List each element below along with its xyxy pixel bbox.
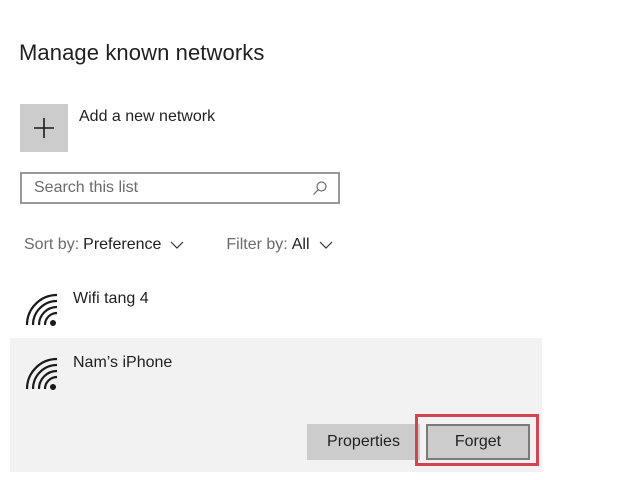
search-input[interactable] bbox=[22, 174, 306, 202]
wifi-icon bbox=[24, 356, 60, 392]
network-name: Nam’s iPhone bbox=[73, 354, 173, 371]
search-icon[interactable] bbox=[306, 174, 334, 202]
manage-known-networks-page: Manage known networks Add a new network … bbox=[0, 0, 640, 480]
plus-icon bbox=[20, 104, 68, 152]
add-network-button[interactable]: Add a new network bbox=[20, 104, 215, 152]
network-item-nams-iphone[interactable]: Nam’s iPhone Properties Forget bbox=[10, 338, 542, 472]
network-item-wifi-tang-4[interactable]: Wifi tang 4 bbox=[10, 278, 542, 336]
sort-by-dropdown[interactable]: Sort by: Preference bbox=[24, 236, 184, 254]
filter-by-value: All bbox=[291, 236, 310, 253]
search-box bbox=[20, 172, 340, 204]
network-name: Wifi tang 4 bbox=[73, 290, 149, 307]
add-network-label: Add a new network bbox=[79, 108, 216, 125]
sort-by-value: Preference bbox=[83, 236, 162, 253]
filter-by-dropdown[interactable]: Filter by: All bbox=[226, 236, 332, 254]
forget-button[interactable]: Forget bbox=[426, 424, 530, 460]
wifi-icon bbox=[24, 292, 60, 328]
chevron-down-icon bbox=[319, 241, 333, 249]
list-options: Sort by: Preference Filter by: All bbox=[24, 236, 333, 254]
chevron-down-icon bbox=[170, 241, 184, 249]
sort-by-label: Sort by: bbox=[24, 236, 80, 253]
properties-button[interactable]: Properties bbox=[307, 424, 420, 460]
page-title: Manage known networks bbox=[19, 40, 265, 65]
filter-by-label: Filter by: bbox=[226, 236, 288, 253]
